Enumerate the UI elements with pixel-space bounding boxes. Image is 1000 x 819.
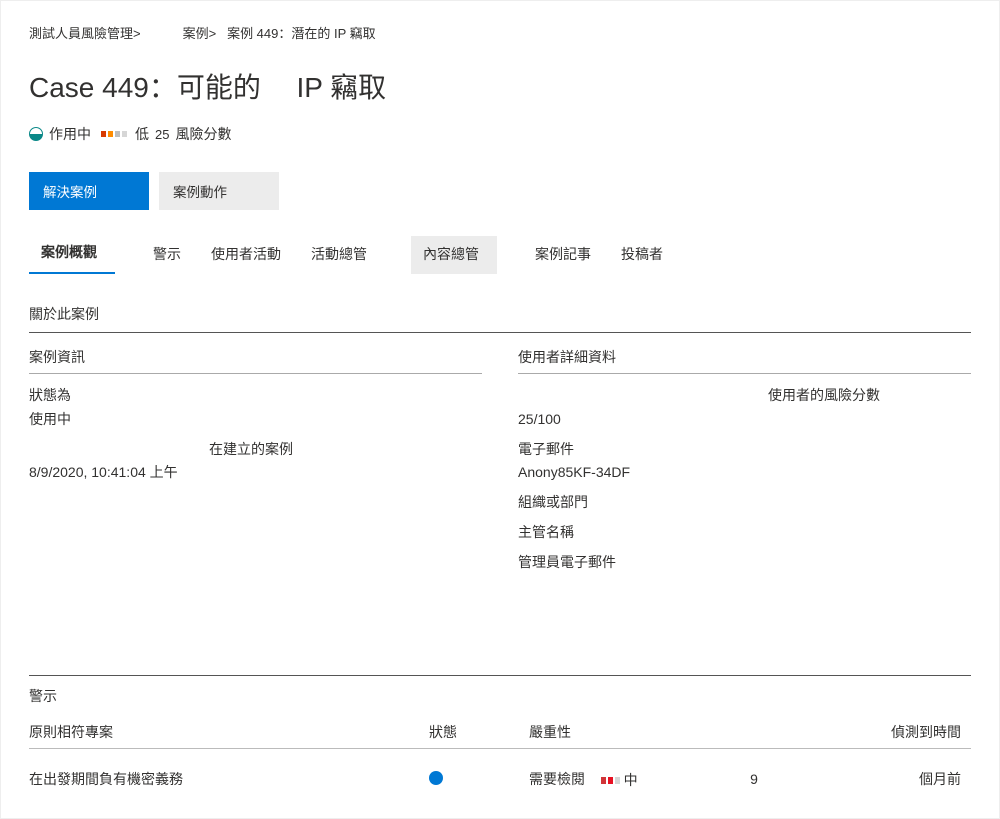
breadcrumb-cases[interactable]: 案例>: [183, 26, 217, 41]
risk-score-label: 風險分數: [175, 124, 231, 144]
risk-bars-icon: [101, 131, 127, 137]
risk-score-value: 25: [155, 127, 169, 142]
status-value: 使用中: [29, 408, 482, 432]
breadcrumb-current: 案例 449：潛在的 IP 竊取: [227, 26, 376, 41]
status-row: 作用中 低 25 風險分數: [29, 124, 971, 144]
alert-review-text: 需要檢閱: [529, 771, 585, 787]
user-detail-panel: 使用者詳細資料 使用者的風險分數 25/100 電子郵件 Anony85KF-3…: [518, 347, 971, 575]
risk-level-text: 低: [135, 124, 149, 144]
col-status-header: 狀態: [429, 722, 529, 742]
col-time-header: 偵測到時間: [799, 722, 971, 742]
tab-activity-explorer[interactable]: 活動總管: [299, 236, 385, 274]
title-prefix: Case 449：可能的: [29, 72, 261, 103]
status-active-text: 作用中: [49, 124, 91, 144]
tab-case-overview[interactable]: 案例概觀: [29, 234, 115, 274]
tab-user-activity[interactable]: 使用者活動: [199, 236, 299, 274]
severity-bars-icon: [601, 777, 620, 784]
status-label: 狀態為: [29, 384, 482, 408]
severity-indicator: 中: [601, 770, 638, 790]
alert-row[interactable]: 在出發期間負有機密義務 需要檢閱 中 9 個月前: [29, 769, 971, 791]
alert-number: 9: [709, 771, 799, 787]
col-severity-header: 嚴重性: [529, 722, 709, 742]
tabs: 案例概觀 警示 使用者活動 活動總管 內容總管 案例記事 投稿者: [29, 234, 971, 274]
breadcrumb: 測試人員風險管理> 案例> 案例 449：潛在的 IP 竊取: [29, 23, 971, 42]
resolve-case-button[interactable]: 解決案例: [29, 172, 149, 210]
admin-email-label: 管理員電子郵件: [518, 551, 971, 575]
divider: [29, 332, 971, 333]
about-case-label: 關於此案例: [29, 304, 971, 324]
col-policy-header: 原則相符專案: [29, 722, 429, 742]
severity-text: 中: [624, 770, 638, 790]
breadcrumb-root[interactable]: 測試人員風險管理>: [29, 23, 141, 42]
divider: [29, 748, 971, 749]
divider: [518, 373, 971, 374]
manager-label: 主管名稱: [518, 521, 971, 545]
alert-policy-name: 在出發期間負有機密義務: [29, 769, 429, 789]
tab-content-explorer[interactable]: 內容總管: [411, 236, 497, 274]
user-risk-label: 使用者的風險分數: [768, 384, 971, 408]
title-suffix: IP 竊取: [296, 72, 386, 103]
tab-alerts[interactable]: 警示: [141, 236, 199, 274]
tab-contributors[interactable]: 投稿者: [609, 236, 681, 274]
user-risk-value: 25/100: [518, 408, 971, 432]
active-status-icon: [29, 127, 43, 141]
created-label: 在建立的案例: [209, 438, 482, 462]
action-buttons: 解決案例 案例動作: [29, 172, 971, 210]
email-label: 電子郵件: [518, 438, 971, 462]
alert-time: 個月前: [799, 769, 971, 789]
alert-status-dot-icon: [429, 771, 443, 785]
page-title: Case 449：可能的 IP 竊取: [29, 66, 971, 106]
org-label: 組織或部門: [518, 491, 971, 515]
case-info-panel: 案例資訊 狀態為 使用中 在建立的案例 8/9/2020, 10:41:04 上…: [29, 347, 482, 575]
alerts-heading: 警示: [29, 686, 971, 706]
email-value: Anony85KF-34DF: [518, 461, 971, 485]
created-value: 8/9/2020, 10:41:04 上午: [29, 461, 482, 485]
user-detail-heading: 使用者詳細資料: [518, 347, 971, 367]
divider: [29, 373, 482, 374]
tab-case-notes[interactable]: 案例記事: [523, 236, 609, 274]
divider: [29, 675, 971, 676]
case-action-button[interactable]: 案例動作: [159, 172, 279, 210]
case-info-heading: 案例資訊: [29, 347, 482, 367]
alerts-table-header: 原則相符專案 狀態 嚴重性 偵測到時間: [29, 722, 971, 742]
